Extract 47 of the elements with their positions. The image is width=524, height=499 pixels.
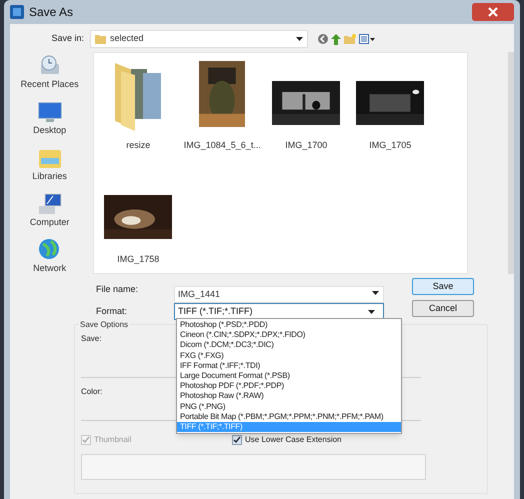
group-title: Save Options xyxy=(79,319,130,331)
place-item[interactable]: Computer xyxy=(14,192,85,230)
file-name: resize xyxy=(126,139,150,152)
up-arrow-icon[interactable] xyxy=(331,34,341,44)
save-in-dropdown[interactable]: selected xyxy=(90,30,308,48)
computer-place-icon xyxy=(36,192,63,216)
app-icon xyxy=(10,5,24,19)
close-icon xyxy=(488,7,498,17)
dialog-button[interactable]: Save xyxy=(412,278,474,295)
desktop-place-icon xyxy=(36,100,63,124)
file-name: IMG_1700 xyxy=(285,139,328,152)
caret-icon xyxy=(372,291,379,295)
close-button[interactable] xyxy=(472,3,514,21)
checkbox[interactable] xyxy=(232,435,242,445)
place-item[interactable]: Recent Places xyxy=(14,54,85,92)
back-icon[interactable] xyxy=(318,34,328,44)
file-name-label: File name: xyxy=(96,283,140,296)
caret-icon xyxy=(296,37,303,41)
window-title: Save As xyxy=(29,4,74,21)
format-option[interactable]: Large Document Format (*.PSB) xyxy=(177,370,401,382)
file-name-field[interactable]: IMG_1441 xyxy=(174,286,384,302)
checkbox-label: Thumbnail xyxy=(94,434,132,446)
format-label: Format: xyxy=(96,305,128,318)
format-option[interactable]: Dicom (*.DCM;*.DC3;*.DIC) xyxy=(177,340,401,351)
format-option[interactable]: IFF Format (*.IFF;*.TDI) xyxy=(177,360,401,371)
color-label: Color: xyxy=(81,386,102,398)
folder-icon xyxy=(95,34,106,44)
file-name: IMG_1705 xyxy=(369,139,412,152)
format-option[interactable]: FXG (*.FXG) xyxy=(177,350,401,361)
folder-name: selected xyxy=(110,32,144,46)
dialog-button[interactable]: Cancel xyxy=(412,300,474,317)
checkbox-label: Use Lower Case Extension xyxy=(245,434,342,446)
format-option[interactable]: Photoshop Raw (*.RAW) xyxy=(177,391,401,402)
format-option[interactable]: Portable Bit Map (*.PBM;*.PGM;*.PPM;*.PNM;*.PFM;*.PAM) xyxy=(177,412,401,422)
place-item[interactable]: Libraries xyxy=(14,146,85,184)
format-option[interactable]: PNG (*.PNG) xyxy=(177,402,401,412)
view-menu-icon[interactable] xyxy=(359,34,375,44)
file-name: IMG_1084_5_6_t... xyxy=(184,139,261,152)
format-option[interactable]: Photoshop PDF (*.PDF;*.PDP) xyxy=(177,381,401,392)
file-name: IMG_1758 xyxy=(117,253,160,266)
format-option[interactable]: Cineon (*.CIN;*.SDPX;*.DPX;*.FIDO) xyxy=(177,330,401,340)
place-item[interactable]: Desktop xyxy=(14,100,85,138)
save-label: Save: xyxy=(81,333,102,345)
caret-icon xyxy=(368,310,375,314)
save-in-label: Save in: xyxy=(50,32,85,46)
place-item[interactable]: Network xyxy=(14,238,85,276)
format-option[interactable]: Photoshop (*.PSD;*.PDD) xyxy=(177,320,401,330)
